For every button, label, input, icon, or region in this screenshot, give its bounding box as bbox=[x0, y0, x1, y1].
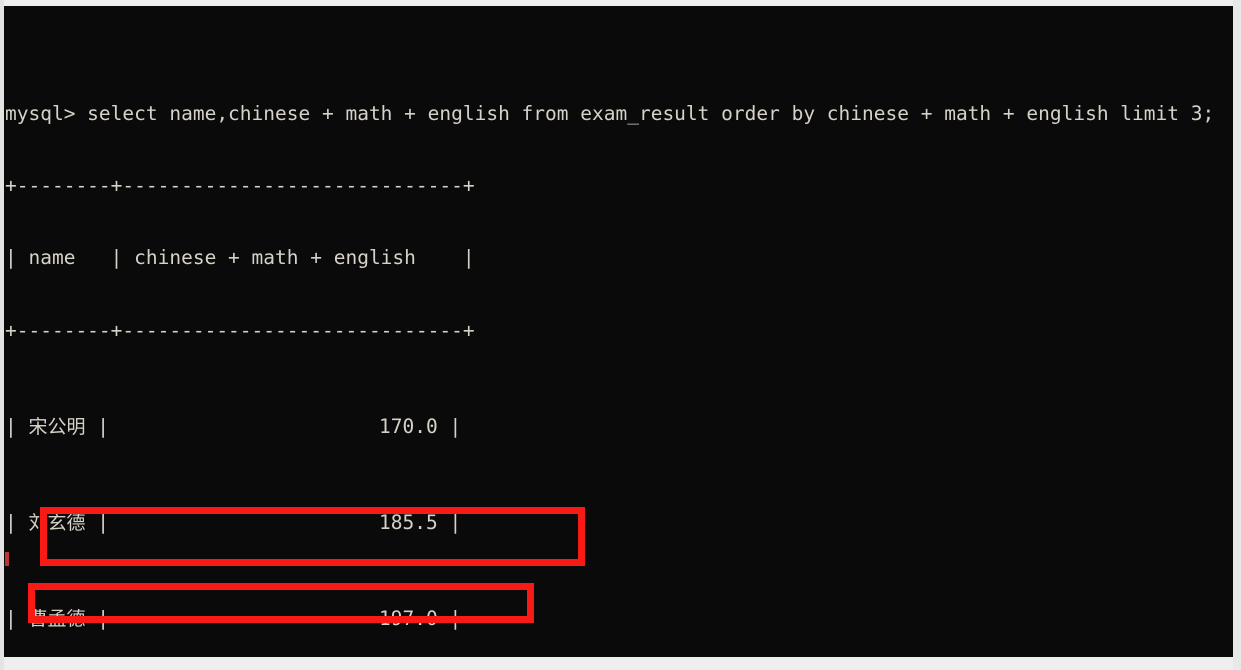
table1-cell-endpipe: | bbox=[437, 510, 462, 534]
table1-mid-rule: +--------+-----------------------------+ bbox=[5, 318, 475, 342]
table1-cell-pipe: | bbox=[5, 510, 29, 534]
table1-cell-endpipe: | bbox=[437, 414, 462, 438]
terminal-surface[interactable]: mysql> select name,chinese + math + engl… bbox=[4, 6, 1233, 657]
table1-cell-pad: | bbox=[85, 510, 379, 534]
table1-header-row: | name | chinese + math + english | bbox=[5, 246, 475, 270]
window-right-edge bbox=[1233, 0, 1241, 670]
table1-cell-name: 曹孟德 bbox=[28, 608, 86, 631]
table1-cell-name: 刘玄德 bbox=[28, 511, 86, 534]
table1-cell-pad: | bbox=[85, 607, 379, 631]
terminal-window: mysql> select name,chinese + math + engl… bbox=[0, 0, 1241, 670]
table1-cell-value: 170.0 bbox=[379, 414, 438, 438]
table1-cell-pipe: | bbox=[5, 607, 29, 631]
annotation-speck bbox=[5, 552, 9, 566]
table1-cell-value: 197.0 bbox=[379, 607, 438, 631]
table1-top-rule: +--------+-----------------------------+ bbox=[5, 174, 475, 198]
table1-cell-endpipe: | bbox=[437, 607, 462, 631]
table1-row: | 宋公明 | 170.0 | bbox=[5, 415, 1214, 439]
console-output: mysql> select name,chinese + math + engl… bbox=[5, 6, 1214, 657]
table1-cell-value: 185.5 bbox=[379, 510, 438, 534]
table1-cell-name: 宋公明 bbox=[28, 415, 86, 438]
table1-row: | 曹孟德 | 197.0 | bbox=[5, 607, 1214, 631]
table1-cell-pipe: | bbox=[5, 414, 29, 438]
table1-row: | 刘玄德 | 185.5 | bbox=[5, 511, 1214, 535]
command-line-select-sum: mysql> select name,chinese + math + engl… bbox=[5, 102, 1215, 126]
table1-cell-pad: | bbox=[85, 414, 379, 438]
